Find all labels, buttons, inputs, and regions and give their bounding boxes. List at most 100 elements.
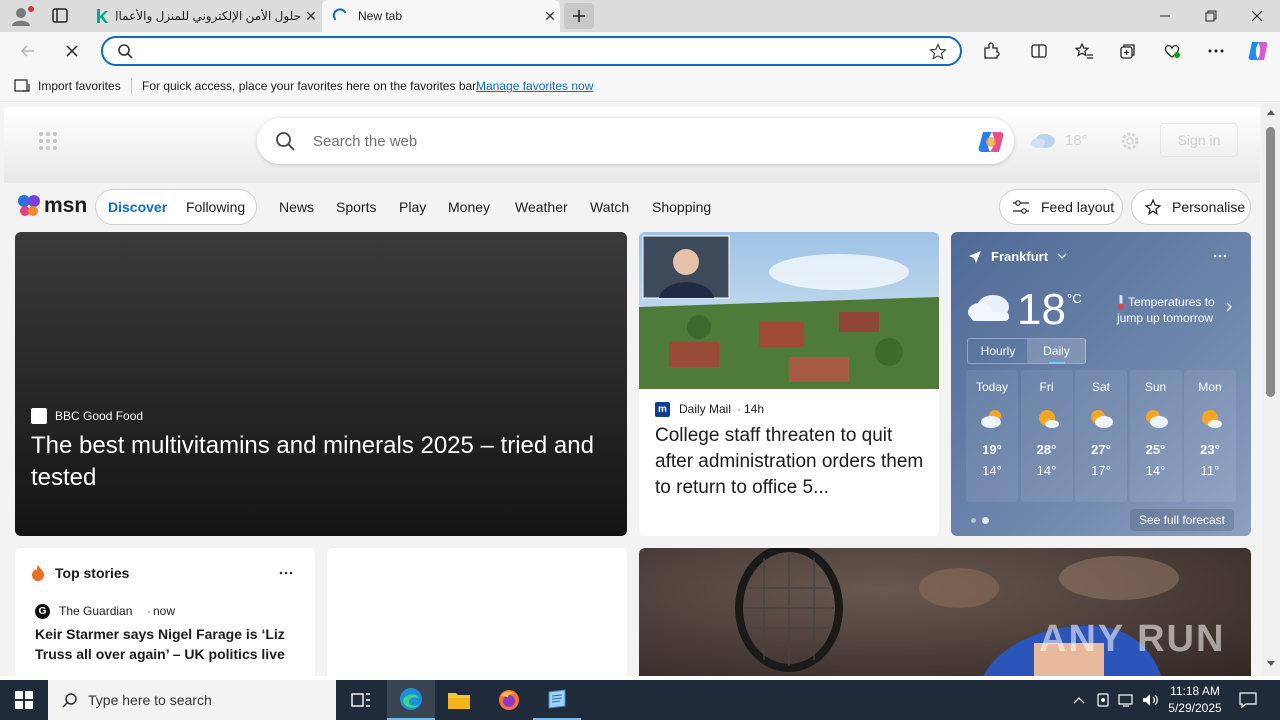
daily-mail-icon: m [655, 402, 670, 417]
favorites-bar: Import favorites For quick access, place… [0, 70, 1280, 102]
nav-shopping[interactable]: Shopping [652, 199, 711, 215]
hourly-toggle[interactable]: Hourly [968, 339, 1028, 363]
new-tab-button[interactable] [564, 3, 594, 29]
back-button[interactable] [13, 36, 43, 66]
tab-discover[interactable]: Discover [108, 199, 167, 215]
sports-image-card[interactable]: ANY RUN [639, 548, 1251, 676]
personalise-button[interactable]: Personalise [1131, 189, 1251, 225]
page-dot-active[interactable] [982, 517, 989, 524]
tab-kaspersky[interactable]: حلول الأمن الإلكتروني للمنزل والأعمال ✕ [88, 0, 321, 32]
web-search-box[interactable]: Search the web [257, 118, 1014, 164]
collections-icon[interactable] [1113, 36, 1143, 66]
apps-launcher-icon[interactable] [38, 131, 58, 151]
more-menu-icon[interactable] [1201, 36, 1231, 66]
notifications-icon[interactable] [1232, 680, 1264, 720]
see-full-forecast-button[interactable]: See full forecast [1130, 509, 1234, 531]
article-headline[interactable]: The best multivitamins and minerals 2025… [31, 430, 621, 494]
page-scrollbar[interactable] [1262, 103, 1280, 676]
forecast-day[interactable]: Fri 28° 14° [1020, 370, 1073, 502]
forecast-low: 14° [1145, 463, 1166, 478]
forecast-low: 17° [1091, 463, 1111, 478]
tab-actions-icon[interactable] [48, 6, 72, 26]
taskbar-search-box[interactable]: Type here to search [48, 680, 336, 720]
browser-essentials-icon[interactable] [1157, 36, 1187, 66]
feed-layout-button[interactable]: Feed layout [999, 189, 1123, 225]
stop-loading-button[interactable] [57, 36, 87, 66]
tab-new-tab[interactable]: New tab ✕ [322, 0, 560, 32]
search-icon [275, 131, 295, 151]
nav-play[interactable]: Play [399, 199, 426, 215]
copilot-icon[interactable] [1243, 36, 1273, 66]
notepad-icon [548, 689, 566, 709]
temperature-unit[interactable]: °C [1067, 291, 1082, 306]
weather-location[interactable]: Frankfurt [991, 249, 1048, 264]
taskbar-edge[interactable] [387, 680, 435, 720]
page-dot[interactable] [971, 518, 976, 523]
weather-card[interactable]: Frankfurt 18 °C Temperatures to jump up … [951, 232, 1251, 536]
scroll-down-arrow-icon[interactable] [1267, 661, 1275, 667]
story-headline[interactable]: Keir Starmer says Nigel Farage is ‘Liz T… [35, 624, 297, 664]
forecast-day[interactable]: Mon 23° 11° [1184, 370, 1236, 502]
daily-toggle[interactable]: Daily [1027, 339, 1086, 363]
location-arrow-icon [968, 250, 982, 264]
extensions-icon[interactable] [976, 36, 1006, 66]
forecast-day[interactable]: Today 19° 14° [966, 370, 1018, 502]
nav-weather[interactable]: Weather [515, 199, 568, 215]
task-view-button[interactable] [337, 680, 385, 720]
article-headline[interactable]: College staff threaten to quit after adm… [655, 423, 925, 501]
split-screen-icon[interactable] [1024, 36, 1054, 66]
taskbar-firefox[interactable] [485, 680, 533, 720]
daily-mail-article-card[interactable]: m Daily Mail · 14h College staff threate… [639, 232, 939, 536]
scroll-thumb[interactable] [1266, 127, 1275, 397]
copilot-search-icon[interactable] [975, 128, 1007, 156]
taskbar-file-explorer[interactable] [435, 680, 483, 720]
weather-alert[interactable]: Temperatures to jump up tomorrow [1117, 294, 1223, 326]
hero-article-card[interactable]: BBC Good Food The best multivitamins and… [15, 232, 627, 536]
nav-news[interactable]: News [279, 199, 314, 215]
forecast-day-label: Sun [1144, 380, 1167, 394]
forecast-day[interactable]: Sat 27° 17° [1075, 370, 1127, 502]
weather-more-icon[interactable] [1213, 254, 1227, 258]
close-window-button[interactable] [1234, 0, 1280, 32]
top-stories-card: Top stories G The Guardian · now Keir St… [15, 548, 315, 676]
kaspersky-k-icon [88, 8, 116, 24]
nav-watch[interactable]: Watch [590, 199, 629, 215]
start-button[interactable] [0, 680, 48, 720]
scroll-up-arrow-icon[interactable] [1267, 109, 1275, 115]
article-source: BBC Good Food [55, 409, 144, 423]
settings-gear-icon[interactable] [1119, 130, 1141, 152]
import-favorites-button[interactable]: Import favorites [38, 79, 121, 93]
taskbar-notepad[interactable] [533, 680, 581, 720]
show-hidden-icons-chevron-up-icon[interactable] [1068, 680, 1090, 720]
chevron-down-icon[interactable] [1057, 253, 1067, 259]
msn-logo[interactable]: msn [16, 194, 87, 218]
profile-avatar[interactable] [8, 4, 36, 28]
system-clock[interactable]: 11:18 AM 5/29/2025 [1164, 683, 1226, 719]
forecast-day[interactable]: Sun 25° 14° [1129, 370, 1182, 502]
top-stories-more-icon[interactable] [279, 571, 293, 575]
story-source: The Guardian [59, 604, 133, 618]
favorites-icon[interactable] [1069, 36, 1099, 66]
volume-icon[interactable] [1139, 680, 1163, 720]
favorite-star-icon[interactable] [929, 43, 947, 61]
search-input[interactable]: Search the web [313, 133, 417, 150]
sign-in-button[interactable]: Sign in [1160, 123, 1238, 157]
nav-money[interactable]: Money [448, 199, 490, 215]
taskbar-search-input[interactable]: Type here to search [88, 692, 212, 708]
tray-app-icon[interactable] [1092, 680, 1114, 720]
clock-time: 11:18 AM [1170, 684, 1220, 698]
restore-button[interactable] [1188, 0, 1234, 32]
chevron-right-icon[interactable] [1226, 302, 1232, 312]
nav-sports[interactable]: Sports [336, 199, 376, 215]
partly-cloudy-icon [978, 408, 1006, 430]
minimize-button[interactable] [1142, 0, 1188, 32]
manage-favorites-link[interactable]: Manage favorites now [476, 79, 593, 93]
close-tab-icon[interactable]: ✕ [301, 8, 321, 25]
network-icon[interactable] [1115, 680, 1139, 720]
close-tab-icon[interactable]: ✕ [540, 8, 560, 25]
weather-cloud-icon[interactable] [1029, 130, 1057, 150]
tab-following[interactable]: Following [186, 199, 245, 215]
forecast-day-label: Sat [1091, 380, 1110, 394]
placeholder-card [327, 548, 627, 676]
address-bar[interactable] [101, 36, 962, 66]
